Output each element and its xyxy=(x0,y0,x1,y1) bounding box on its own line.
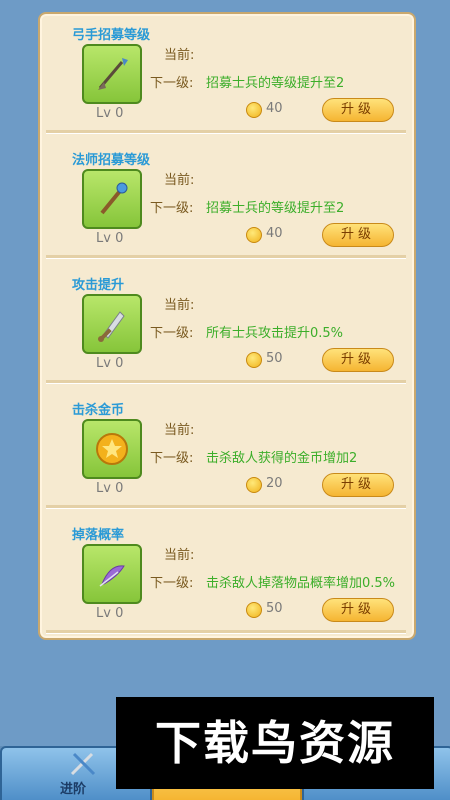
current-label: 当前: xyxy=(164,298,195,313)
upgrade-title: 掉落概率 xyxy=(72,528,125,543)
level-text: Lv 0 xyxy=(96,356,124,371)
upgrade-title: 法师招募等级 xyxy=(72,153,151,168)
upgrade-cost: 20 xyxy=(266,476,283,491)
tab-advance-label: 进阶 xyxy=(60,782,87,797)
upgrade-panel: 弓手招募等级 Lv 0 当前: 下一级: 招募士兵的等级提升至2 40 升级 法… xyxy=(38,12,416,640)
upgrade-cost: 40 xyxy=(266,101,283,116)
upgrade-button[interactable]: 升级 xyxy=(322,473,394,497)
level-text: Lv 0 xyxy=(96,231,124,246)
next-level-text: 所有士兵攻击提升0.5% xyxy=(206,326,344,341)
coin-icon xyxy=(246,477,262,493)
next-level-label: 下一级: xyxy=(150,326,194,341)
row-divider xyxy=(46,380,406,384)
gold-coin-icon xyxy=(82,419,142,479)
upgrade-button[interactable]: 升级 xyxy=(322,223,394,247)
upgrade-row: 攻击提升 Lv 0 当前: 下一级: 所有士兵攻击提升0.5% 50 升级 xyxy=(46,264,406,384)
next-level-label: 下一级: xyxy=(150,201,194,216)
row-divider xyxy=(46,505,406,509)
level-text: Lv 0 xyxy=(96,106,124,121)
upgrade-row: 弓手招募等级 Lv 0 当前: 下一级: 招募士兵的等级提升至2 40 升级 xyxy=(46,14,406,134)
next-level-label: 下一级: xyxy=(150,576,194,591)
current-label: 当前: xyxy=(164,173,195,188)
upgrade-row: 法师招募等级 Lv 0 当前: 下一级: 招募士兵的等级提升至2 40 升级 xyxy=(46,139,406,259)
next-level-label: 下一级: xyxy=(150,451,194,466)
current-label: 当前: xyxy=(164,423,195,438)
sword-icon xyxy=(82,294,142,354)
upgrade-row: 掉落概率 Lv 0 当前: 下一级: 击杀敌人掉落物品概率增加0.5% 50 升… xyxy=(46,514,406,634)
upgrade-cost: 50 xyxy=(266,601,283,616)
crossed-swords-icon xyxy=(70,752,96,776)
staff-icon xyxy=(82,169,142,229)
current-label: 当前: xyxy=(164,48,195,63)
upgrade-title: 击杀金币 xyxy=(72,403,125,418)
next-level-label: 下一级: xyxy=(150,76,194,91)
row-divider xyxy=(46,130,406,134)
current-label: 当前: xyxy=(164,548,195,563)
coin-icon xyxy=(246,102,262,118)
level-text: Lv 0 xyxy=(96,481,124,496)
upgrade-title: 弓手招募等级 xyxy=(72,28,151,43)
coin-icon xyxy=(246,352,262,368)
upgrade-cost: 50 xyxy=(266,351,283,366)
upgrade-button[interactable]: 升级 xyxy=(322,348,394,372)
coin-icon xyxy=(246,227,262,243)
upgrade-title: 攻击提升 xyxy=(72,278,125,293)
next-level-text: 招募士兵的等级提升至2 xyxy=(206,76,345,91)
upgrade-button[interactable]: 升级 xyxy=(322,598,394,622)
next-level-text: 击杀敌人获得的金币增加2 xyxy=(206,451,358,466)
level-text: Lv 0 xyxy=(96,606,124,621)
row-divider xyxy=(46,630,406,634)
upgrade-cost: 40 xyxy=(266,226,283,241)
next-level-text: 招募士兵的等级提升至2 xyxy=(206,201,345,216)
bow-arrow-icon xyxy=(82,44,142,104)
coin-icon xyxy=(246,602,262,618)
row-divider xyxy=(46,255,406,259)
upgrade-row: 击杀金币 Lv 0 当前: 下一级: 击杀敌人获得的金币增加2 20 升级 xyxy=(46,389,406,509)
next-level-text: 击杀敌人掉落物品概率增加0.5% xyxy=(206,576,396,591)
feather-icon xyxy=(82,544,142,604)
upgrade-button[interactable]: 升级 xyxy=(322,98,394,122)
watermark-overlay: 下载鸟资源 xyxy=(116,697,434,789)
